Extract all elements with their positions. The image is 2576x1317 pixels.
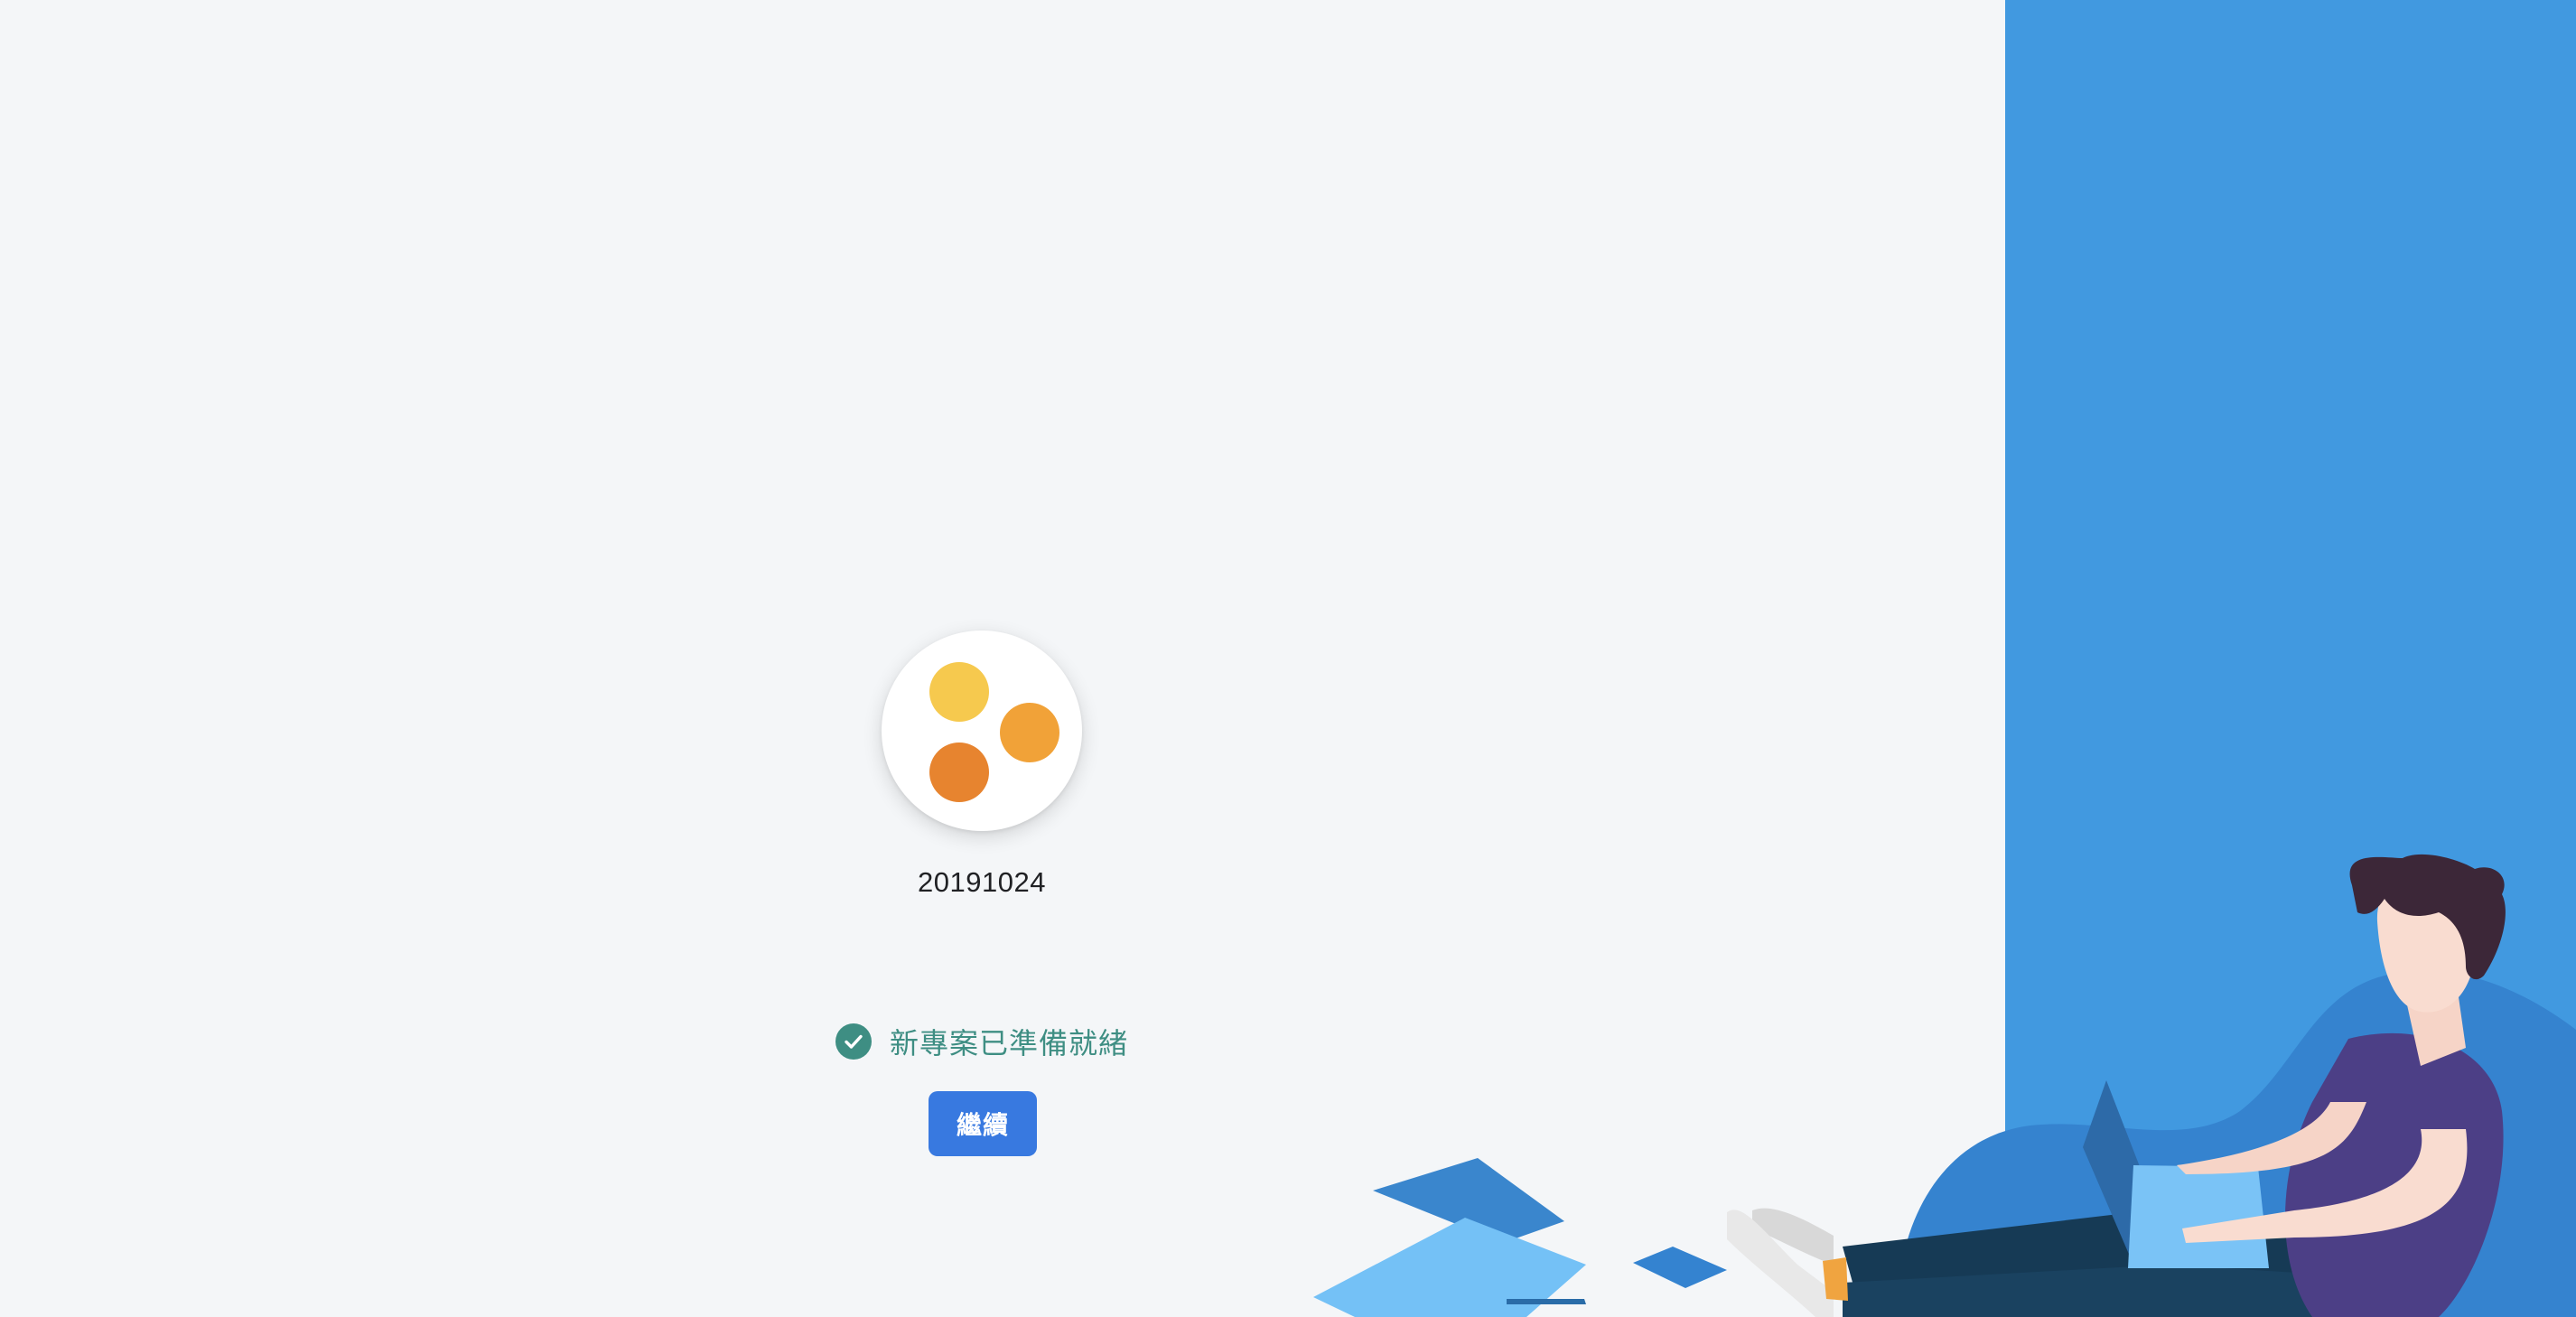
- laptop-shape: [2128, 1165, 2269, 1268]
- sock-shape: [1823, 1257, 1848, 1301]
- pen-shape: [1507, 1299, 1586, 1304]
- setup-complete-screen: 20191024 新專案已準備就緒 繼續: [0, 0, 2576, 1317]
- check-circle-icon: [835, 1023, 872, 1060]
- logo-dot: [1000, 703, 1059, 762]
- status-text: 新專案已準備就緒: [889, 1027, 1128, 1060]
- status-message-row: 新專案已準備就緒: [723, 1021, 1241, 1062]
- project-logo: [882, 630, 1082, 831]
- project-name: 20191024: [918, 866, 1046, 898]
- logo-dot: [929, 662, 989, 722]
- person-with-laptop-illustration: [1313, 854, 2576, 1317]
- check-mark-icon: [845, 1034, 863, 1049]
- paper-shape: [1633, 1247, 1727, 1288]
- logo-dot: [929, 743, 989, 802]
- continue-button[interactable]: 繼續: [929, 1091, 1037, 1156]
